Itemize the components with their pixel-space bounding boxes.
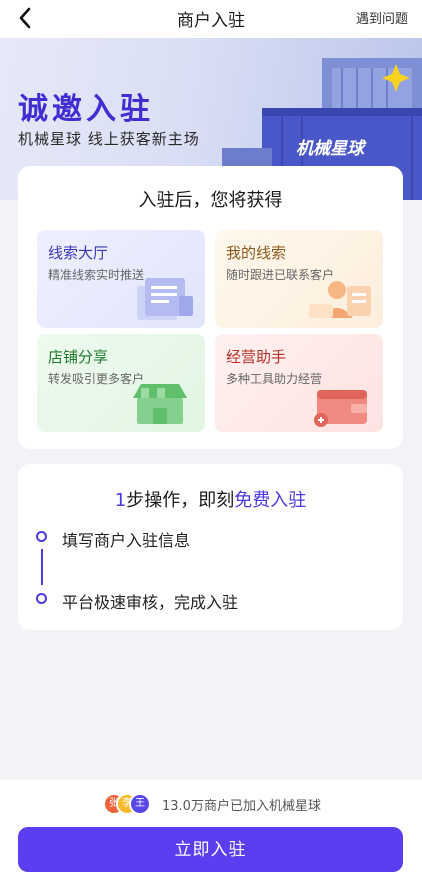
tile-business-assistant[interactable]: 经营助手 多种工具助力经营 [215,334,383,432]
top-nav-bar: 商户入驻 遇到问题 [0,0,422,38]
benefits-title: 入驻后，您将获得 [138,190,283,211]
tile-title: 店铺分享 [48,348,109,366]
tile-title: 经营助手 [226,348,287,366]
container-brand-text: 机械星球 [296,139,364,159]
avatar: 王 [129,793,151,815]
benefits-card: 入驻后，您将获得 线索大厅 精准线索实时推送 我的线索 随时跟进已联系客户 店铺… [18,166,403,449]
step-dot-icon [36,593,47,604]
tile-my-leads[interactable]: 我的线索 随时跟进已联系客户 [215,230,383,328]
wallet-tool-icon [314,390,367,427]
tile-lead-hall[interactable]: 线索大厅 精准线索实时推送 [37,230,205,328]
bottom-bar: 张 李 王 13.0万商户已加入机械星球 立即入驻 [0,780,422,876]
avatar-group: 张 李 王 [103,793,153,815]
storefront-icon [133,384,187,424]
steps-title: 1步操作，即刻免费入驻 [18,486,403,512]
step-connector [41,549,43,585]
tile-store-share[interactable]: 店铺分享 转发吸引更多客户 [37,334,205,432]
step-label: 填写商户入驻信息 [62,531,191,550]
tile-title: 我的线索 [226,244,287,262]
joined-count-text: 13.0万商户已加入机械星球 [162,799,321,814]
steps-card: 1步操作，即刻免费入驻 填写商户入驻信息 平台极速审核，完成入驻 [18,464,403,630]
help-link[interactable]: 遇到问题 [356,8,408,27]
step-dot-icon [36,531,47,542]
hero-title: 诚邀入驻 [18,92,154,127]
document-stack-icon [137,278,193,320]
contact-card-icon [309,281,371,318]
hero-subtitle: 机械星球 线上获客新主场 [18,130,200,148]
tile-title: 线索大厅 [48,244,109,262]
steps-title-text: 步操作，即刻 [126,490,235,511]
step-label: 平台极速审核，完成入驻 [62,593,239,612]
steps-title-accent: 免费入驻 [234,490,307,511]
join-now-button[interactable]: 立即入驻 [18,827,403,872]
steps-title-number: 1 [114,490,127,511]
